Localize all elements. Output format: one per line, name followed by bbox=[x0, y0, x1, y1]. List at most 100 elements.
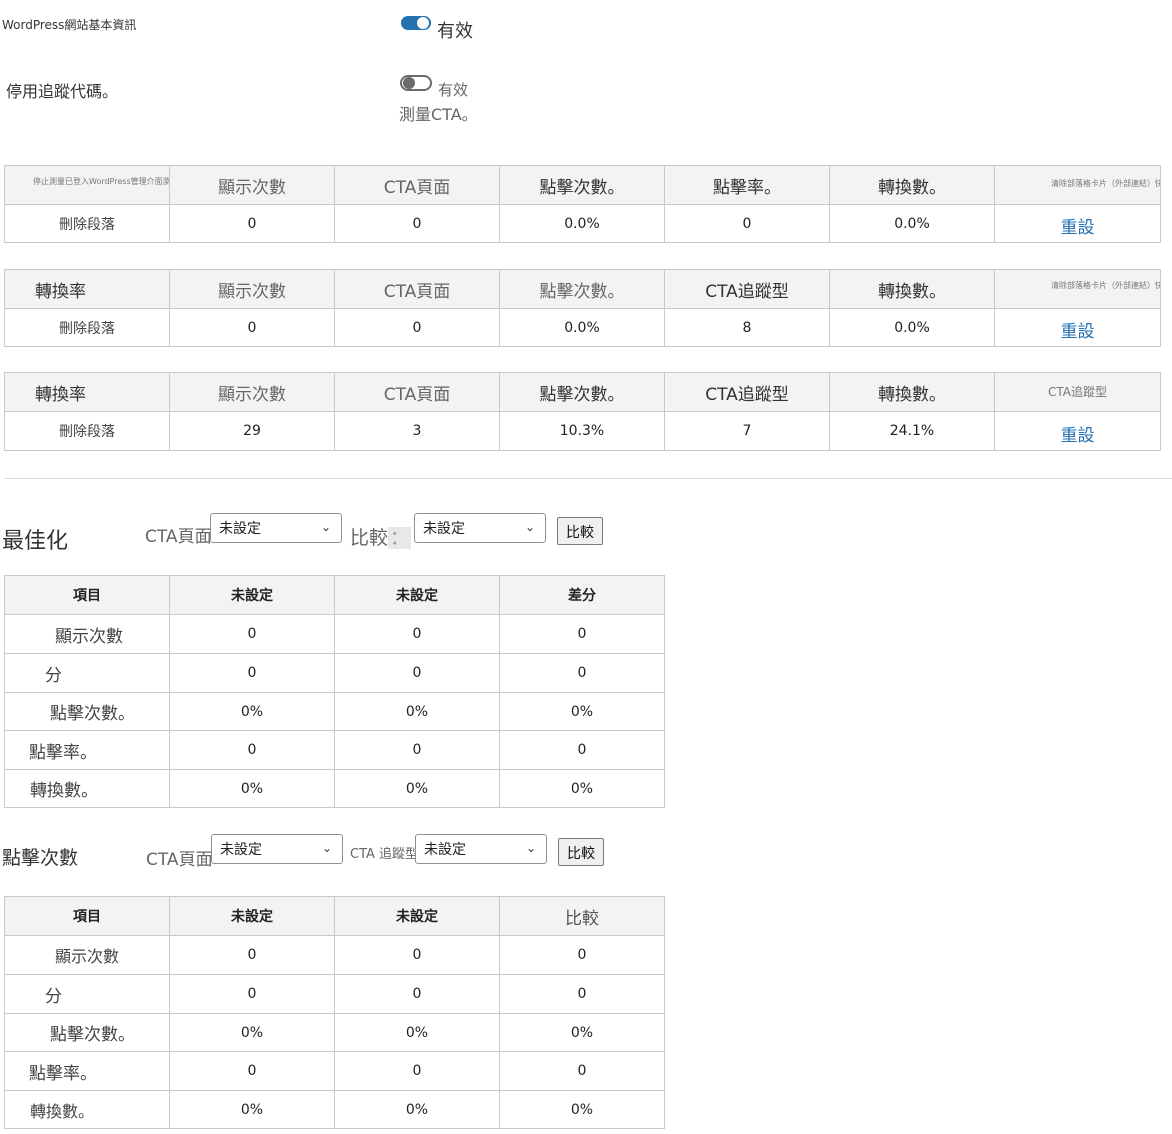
cell: 0% bbox=[169, 769, 335, 808]
clicks-select-1[interactable]: 未設定 ⌄ bbox=[211, 834, 343, 864]
reset-link[interactable]: 重設 bbox=[1061, 322, 1095, 342]
cell: 0 bbox=[169, 1051, 335, 1091]
stats-table-2: 轉換率 顯示次數 CTA頁面 點擊次數。 CTA追蹤型 轉換數。 清除部落格卡片… bbox=[4, 269, 1161, 347]
header-clicks: 點擊次數。 bbox=[499, 165, 665, 205]
cell-cta-tracking: 7 bbox=[664, 411, 830, 451]
clicks-title: 點擊次數 bbox=[2, 847, 79, 869]
cell-clicks: 10.3% bbox=[499, 411, 665, 451]
disable-tracking-label: 停用追蹤代碼。 bbox=[6, 82, 119, 101]
cell-cta-page: 3 bbox=[334, 411, 500, 451]
cell: 0% bbox=[334, 1090, 500, 1129]
row-label: 轉換數。 bbox=[4, 1090, 170, 1129]
header-cta-page: CTA頁面 bbox=[334, 269, 500, 309]
header-item: 項目 bbox=[4, 896, 170, 936]
cell: 0% bbox=[499, 769, 665, 808]
header-diff: 差分 bbox=[499, 575, 665, 615]
cell: 0 bbox=[334, 1051, 500, 1091]
clicks-cta-page-label: CTA頁面 bbox=[146, 850, 213, 870]
section-divider bbox=[4, 478, 1172, 479]
disable-tracking-toggle[interactable] bbox=[400, 75, 432, 91]
header-unset-a: 未設定 bbox=[169, 575, 335, 615]
cell: 0 bbox=[334, 974, 500, 1014]
header-clear-cache: 清除部落格卡片（外部連結）快取 bbox=[994, 165, 1161, 205]
cell: 0 bbox=[169, 614, 335, 654]
header-conversion-rate: 轉換率 bbox=[4, 372, 170, 412]
cell: 0% bbox=[499, 1090, 665, 1129]
chevron-down-icon: ⌄ bbox=[321, 841, 332, 855]
row-label: 點擊次數。 bbox=[4, 1013, 170, 1052]
header-impressions: 顯示次數 bbox=[169, 269, 335, 309]
row-label: 點擊率。 bbox=[4, 1051, 170, 1091]
cell-conversions: 0.0% bbox=[829, 204, 995, 243]
cell: 0 bbox=[499, 653, 665, 693]
header-clicks: 點擊次數。 bbox=[499, 269, 665, 309]
header-compare: 比較 bbox=[499, 896, 665, 936]
optimize-compare-label: 比較： bbox=[350, 527, 412, 549]
optimize-compare-button[interactable]: 比較 bbox=[557, 517, 603, 545]
delete-paragraph[interactable]: 刪除段落 bbox=[4, 411, 170, 451]
clicks-tracking-label: CTA 追蹤型 bbox=[350, 847, 419, 862]
row-label: 點擊次數。 bbox=[4, 692, 170, 731]
header-impressions: 顯示次數 bbox=[169, 165, 335, 205]
cell: 0 bbox=[499, 935, 665, 975]
header-cta-page: CTA頁面 bbox=[334, 372, 500, 412]
select-value: 未設定 bbox=[219, 521, 261, 537]
reset-link[interactable]: 重設 bbox=[1061, 426, 1095, 446]
header-clear-cache: 清除部落格卡片（外部連結）快取 bbox=[994, 269, 1161, 309]
cell-cta-page: 0 bbox=[334, 308, 500, 347]
cell-impressions: 0 bbox=[169, 204, 335, 243]
row-label: 轉換數。 bbox=[4, 769, 170, 808]
cell: 0% bbox=[334, 692, 500, 731]
header-unset-b: 未設定 bbox=[334, 896, 500, 936]
basic-info-toggle-text: 有效 bbox=[437, 21, 473, 42]
header-item: 項目 bbox=[4, 575, 170, 615]
chevron-down-icon: ⌄ bbox=[525, 841, 536, 855]
cell: 0 bbox=[169, 653, 335, 693]
select-value: 未設定 bbox=[423, 521, 465, 537]
stats-table-1: 停止測量已登入WordPress管理介面瀏覽器的CTA 顯示次數 CTA頁面 點… bbox=[4, 165, 1161, 243]
cell: 0 bbox=[334, 935, 500, 975]
optimize-select-2[interactable]: 未設定 ⌄ bbox=[414, 513, 546, 543]
reset-link[interactable]: 重設 bbox=[1061, 218, 1095, 238]
measure-cta-text: 測量CTA。 bbox=[399, 105, 478, 124]
cell-impressions: 29 bbox=[169, 411, 335, 451]
cell: 0 bbox=[499, 614, 665, 654]
cell-ctr: 0 bbox=[664, 204, 830, 243]
header-conversions: 轉換數。 bbox=[829, 165, 995, 205]
basic-info-label: WordPress網站基本資訊 bbox=[2, 18, 137, 32]
basic-info-toggle[interactable] bbox=[401, 16, 431, 30]
header-impressions: 顯示次數 bbox=[169, 372, 335, 412]
cell: 0% bbox=[169, 1090, 335, 1129]
chevron-down-icon: ⌄ bbox=[320, 520, 331, 534]
select-value: 未設定 bbox=[424, 842, 466, 858]
header-conversions: 轉換數。 bbox=[829, 269, 995, 309]
cell: 0% bbox=[169, 1013, 335, 1052]
optimize-cta-page-label: CTA頁面 bbox=[145, 527, 212, 547]
delete-paragraph[interactable]: 刪除段落 bbox=[4, 204, 170, 243]
header-conversions: 轉換數。 bbox=[829, 372, 995, 412]
clicks-compare-button[interactable]: 比較 bbox=[558, 838, 604, 866]
header-clicks: 點擊次數。 bbox=[499, 372, 665, 412]
cell: 0% bbox=[169, 692, 335, 731]
optimize-table: 項目 未設定 未設定 差分 顯示次數 0 0 0 分000 點擊次數。 0% 0% 0% 點… bbox=[4, 575, 665, 808]
cell: 0 bbox=[169, 730, 335, 770]
cell: 0% bbox=[499, 692, 665, 731]
disable-tracking-toggle-text: 有效 bbox=[438, 81, 469, 99]
stats-table-3: 轉換率 顯示次數 CTA頁面 點擊次數。 CTA追蹤型 轉換數。 CTA追蹤型 … bbox=[4, 372, 1161, 451]
header-unset-b: 未設定 bbox=[334, 575, 500, 615]
clicks-select-2[interactable]: 未設定 ⌄ bbox=[415, 834, 547, 864]
cell-clicks: 0.0% bbox=[499, 308, 665, 347]
cell: 0 bbox=[169, 974, 335, 1014]
cell: 0 bbox=[334, 653, 500, 693]
delete-paragraph[interactable]: 刪除段落 bbox=[4, 308, 170, 347]
cell-cta-page: 0 bbox=[334, 204, 500, 243]
optimize-select-1[interactable]: 未設定 ⌄ bbox=[210, 513, 342, 543]
header-unset-a: 未設定 bbox=[169, 896, 335, 936]
cell: 0% bbox=[334, 769, 500, 808]
header-cta-tracking: CTA追蹤型 bbox=[664, 269, 830, 309]
row-label: 顯示次數 bbox=[4, 614, 170, 654]
row-label: 分 bbox=[4, 974, 170, 1014]
cell: 0 bbox=[499, 974, 665, 1014]
cell: 0 bbox=[169, 935, 335, 975]
cell: 0 bbox=[334, 730, 500, 770]
